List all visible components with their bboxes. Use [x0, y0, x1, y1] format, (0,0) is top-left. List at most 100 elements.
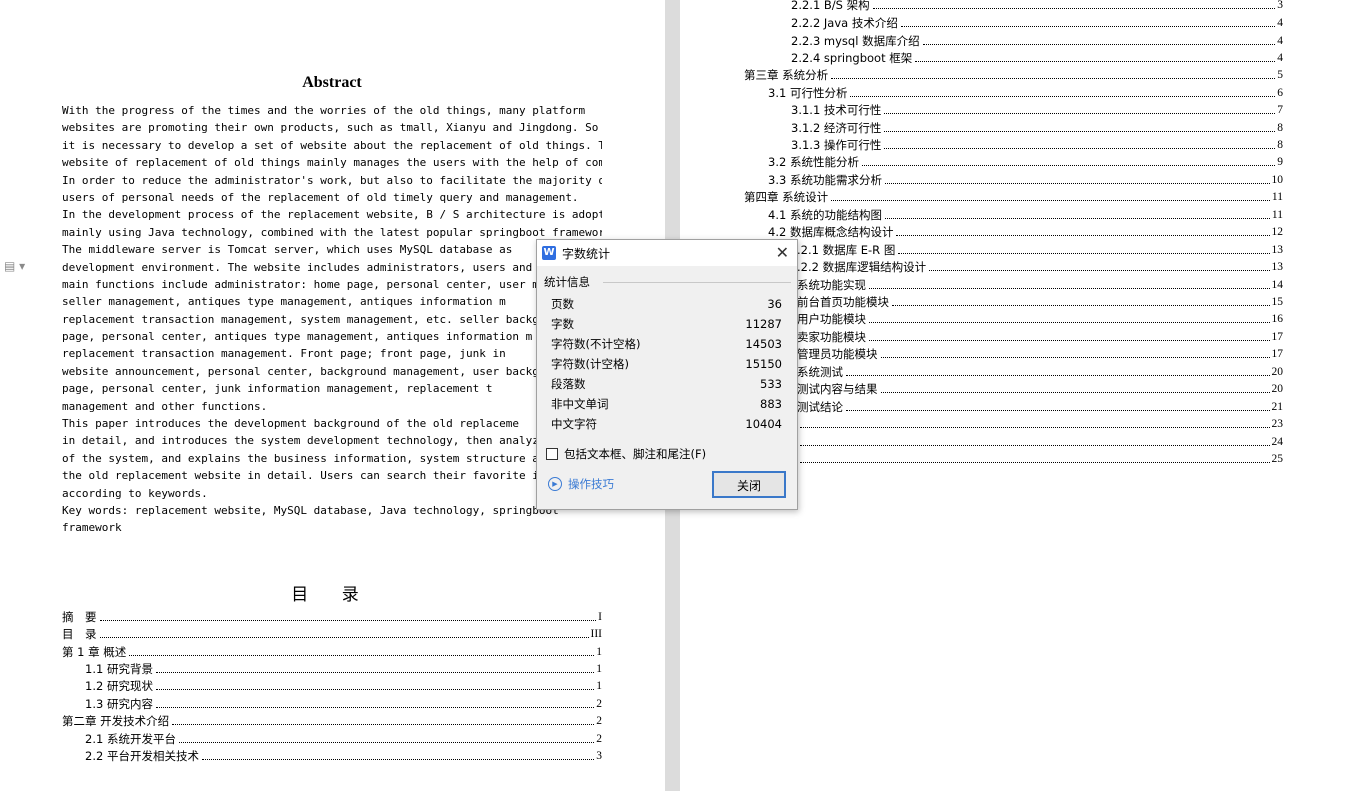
group-divider — [603, 282, 791, 283]
stat-value: 533 — [760, 377, 782, 391]
toc-leader — [880, 346, 1270, 358]
toc-leader — [850, 85, 1276, 97]
toc-entry[interactable]: 4.1 系统的功能结构图 11 — [768, 207, 1283, 223]
abstract-line: according to keywords. — [62, 486, 208, 500]
toc-entry[interactable]: 测试结论 21 — [797, 399, 1283, 415]
toc-entry[interactable]: 1.2 研究现状 1 — [85, 678, 602, 694]
toc-entry[interactable]: 23 — [797, 416, 1283, 432]
toc-entry[interactable]: 3.1 可行性分析 6 — [768, 85, 1283, 101]
toc-leader — [915, 50, 1276, 62]
toc-entry-text: 2.2.2 Java 技术介绍 — [791, 16, 898, 30]
stat-label: 中文字符 — [551, 417, 597, 431]
dialog-titlebar[interactable]: W 字数统计 ✕ — [537, 240, 797, 266]
toc-entry[interactable]: 2.2.3 mysql 数据库介绍 4 — [791, 33, 1283, 49]
toc-entry[interactable]: 1.3 研究内容 2 — [85, 696, 602, 712]
toc-entry[interactable]: 2.1 系统开发平台 2 — [85, 731, 602, 747]
toc-entry[interactable]: 用户功能模块 16 — [797, 311, 1283, 327]
toc-leader — [869, 277, 1270, 289]
toc-entry[interactable]: 3.1.3 操作可行性 8 — [791, 137, 1283, 153]
abstract-line: it is necessary to develop a set of webs… — [62, 138, 602, 152]
toc-entry[interactable]: 第二章 开发技术介绍 2 — [62, 713, 602, 729]
toc-entry-text: 2.2.4 springboot 框架 — [791, 51, 913, 65]
toc-entry[interactable]: 25 — [797, 451, 1283, 467]
toc-leader — [884, 207, 1270, 219]
toc-entry[interactable]: 第四章 系统设计 11 — [744, 189, 1283, 205]
abstract-line: of the system, and explains the business… — [62, 451, 539, 465]
toc-entry[interactable]: 摘 要I — [62, 609, 602, 625]
toc-entry[interactable]: 目 录 III — [62, 626, 602, 642]
stat-label: 字符数(不计空格) — [551, 337, 641, 351]
toc-leader — [172, 713, 595, 725]
toc-entry[interactable]: 前台首页功能模块 15 — [797, 294, 1283, 310]
toc-leader — [872, 0, 1276, 9]
abstract-line: the old replacement website in detail. U… — [62, 469, 539, 483]
toc-page-number: 11 — [1271, 209, 1283, 221]
stat-label: 页数 — [551, 297, 574, 311]
abstract-line: in detail, and introduces the system dev… — [62, 434, 553, 448]
checkbox-box[interactable] — [546, 448, 558, 460]
toc-leader — [900, 15, 1276, 27]
toc-entry[interactable]: 管理员功能模块 17 — [797, 346, 1283, 362]
toc-entry[interactable]: .2.1 数据库 E-R 图 13 — [797, 242, 1283, 258]
include-textbox-checkbox[interactable]: 包括文本框、脚注和尾注(F) — [546, 446, 706, 462]
toc-entry[interactable]: 2.2.4 springboot 框架 4 — [791, 50, 1283, 66]
toc-entry-text: 2.1 系统开发平台 — [85, 732, 176, 746]
toc-entry[interactable]: 3.2 系统性能分析 9 — [768, 154, 1283, 170]
stat-row: 字符数(计空格) 15150 — [551, 354, 782, 374]
stat-row: 段落数 533 — [551, 374, 782, 394]
toc-entry-text: 1.1 研究背景 — [85, 662, 153, 676]
toc-leader — [884, 102, 1276, 114]
toc-leader — [831, 67, 1276, 79]
toc-entry[interactable]: 卖家功能模块 17 — [797, 329, 1283, 345]
toc-page-number: 24 — [1271, 436, 1284, 448]
toc-entry-text: 2.2 平台开发相关技术 — [85, 749, 199, 763]
stat-value: 10404 — [745, 417, 782, 431]
toc-entry[interactable]: 3.1.1 技术可行性 7 — [791, 102, 1283, 118]
toc-leader — [99, 626, 589, 638]
toc-page-number: 4 — [1277, 35, 1283, 47]
toc-entry-text: 2.2.1 B/S 架构 — [791, 0, 870, 12]
toc-entry-text: 系统功能实现 — [797, 278, 866, 292]
toc-page-number: 8 — [1277, 122, 1283, 134]
toc-page-number: 20 — [1271, 383, 1284, 395]
toc-entry[interactable]: 2.2.2 Java 技术介绍 4 — [791, 15, 1283, 31]
stat-label: 字数 — [551, 317, 574, 331]
toc-entry[interactable]: .2.2 数据库逻辑结构设计 13 — [797, 259, 1283, 275]
toc-entry-text: 管理员功能模块 — [797, 347, 878, 361]
toc-leader — [846, 399, 1270, 411]
toc-entry-text: 测试内容与结果 — [797, 382, 878, 396]
toc-entry[interactable]: 2.2.1 B/S 架构 3 — [791, 0, 1283, 13]
toc-page-number: 17 — [1271, 331, 1284, 343]
abstract-line: page, personal center, junk information … — [62, 382, 493, 396]
toc-entry[interactable]: 24 — [797, 434, 1283, 450]
tips-link[interactable]: ▶ 操作技巧 — [548, 476, 614, 492]
abstract-line: websites are promoting their own product… — [62, 121, 599, 135]
toc-leader — [800, 434, 1270, 446]
toc-leader — [831, 189, 1270, 201]
toc-page-number: 25 — [1271, 453, 1284, 465]
tips-label: 操作技巧 — [568, 477, 614, 491]
toc-entry[interactable]: 3.1.2 经济可行性 8 — [791, 120, 1283, 136]
close-icon[interactable]: ✕ — [776, 243, 789, 262]
document-map-icon[interactable]: ▤ ▾ — [4, 259, 25, 273]
toc-leader — [129, 644, 595, 656]
toc-entry[interactable]: 4.2 数据库概念结构设计 12 — [768, 224, 1283, 240]
toc-page-number: 14 — [1271, 279, 1284, 291]
toc-entry[interactable]: 第 1 章 概述 1 — [62, 644, 602, 660]
abstract-line: Key words: replacement website, MySQL da… — [62, 503, 559, 517]
toc-entry[interactable]: 2.2 平台开发相关技术 3 — [85, 748, 602, 764]
toc-page-number: I — [598, 611, 602, 623]
toc-entry[interactable]: 系统功能实现 14 — [797, 277, 1283, 293]
toc-page-number: 2 — [596, 715, 602, 727]
toc-entry[interactable]: 3.3 系统功能需求分析 10 — [768, 172, 1283, 188]
toc-entry[interactable]: 系统测试 20 — [797, 364, 1283, 380]
toc-entry[interactable]: 测试内容与结果 20 — [797, 381, 1283, 397]
toc-leader — [99, 609, 597, 621]
close-button[interactable]: 关闭 — [712, 471, 786, 498]
toc-entry[interactable]: 1.1 研究背景 1 — [85, 661, 602, 677]
toc-leader — [178, 731, 595, 743]
toc-entry-text: 4.2 数据库概念结构设计 — [768, 225, 894, 239]
toc-page-number: 8 — [1277, 139, 1283, 151]
toc-entry-text: 4.1 系统的功能结构图 — [768, 208, 882, 222]
toc-entry[interactable]: 第三章 系统分析 5 — [744, 67, 1283, 83]
